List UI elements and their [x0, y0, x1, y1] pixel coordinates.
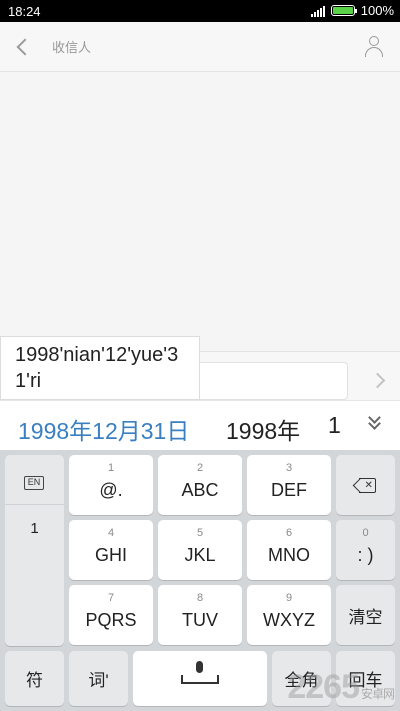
key-label: : )	[357, 545, 374, 565]
backspace-icon: ✕	[352, 477, 377, 493]
message-input[interactable]	[190, 362, 348, 400]
key-label: JKL	[184, 545, 216, 565]
key-hint: 8	[196, 592, 204, 604]
message-area	[0, 73, 400, 351]
status-time: 18:24	[8, 4, 41, 19]
clear-button[interactable]: 清空	[336, 585, 395, 645]
status-indicators: 100%	[310, 3, 394, 18]
side-panel-item[interactable]: 1	[5, 520, 64, 537]
battery-icon	[330, 5, 357, 16]
symbol-button[interactable]: 符	[5, 651, 64, 706]
candidate-item[interactable]: 1998年12月31日	[18, 412, 189, 446]
key-hint: 2	[196, 462, 204, 474]
header: 收信人	[0, 22, 400, 72]
key-hint: 5	[196, 527, 204, 539]
key-7[interactable]: 7 PQRS	[69, 585, 153, 645]
signal-icon	[310, 5, 325, 17]
key-label: ABC	[181, 480, 219, 500]
key-label: WXYZ	[263, 610, 315, 630]
key-label: DEF	[271, 480, 307, 500]
watermark-logo: 2265 安卓网	[287, 668, 395, 706]
key-label: PQRS	[85, 610, 137, 630]
candidate-item[interactable]: 1998年	[226, 412, 300, 446]
battery-percent: 100%	[360, 3, 394, 18]
expand-candidates-icon[interactable]	[366, 411, 384, 433]
key-hint: 0	[362, 527, 369, 539]
language-switch-button[interactable]: EN	[5, 455, 64, 505]
backspace-button[interactable]: ✕	[336, 455, 395, 515]
key-8[interactable]: 8 TUV	[158, 585, 242, 645]
back-icon[interactable]	[10, 34, 38, 60]
key-hint: 3	[285, 462, 293, 474]
person-icon[interactable]	[362, 34, 386, 60]
pinyin-composition: 1998'nian'12'yue'31'ri	[0, 336, 200, 400]
key-label: GHI	[94, 545, 127, 565]
key-hint: 7	[107, 592, 115, 604]
key-4[interactable]: 4 GHI	[69, 520, 153, 580]
status-bar: 18:24 100%	[0, 0, 400, 22]
side-panel: EN 1	[5, 455, 64, 646]
candidate-item[interactable]: 1	[328, 412, 341, 439]
clear-label: 清空	[348, 607, 383, 627]
recipient-input[interactable]: 收信人	[52, 37, 91, 56]
key-6[interactable]: 6 MNO	[247, 520, 331, 580]
key-label: @.	[99, 480, 123, 500]
key-hint: 9	[285, 592, 293, 604]
space-voice-button[interactable]	[133, 651, 267, 706]
keyboard: EN 1 1 @. 2 ABC 3 DEF ✕ 4 GHI 5 JKL 6 MN…	[0, 450, 400, 711]
key-hint: 6	[285, 527, 293, 539]
word-label: 词'	[88, 671, 109, 690]
candidate-bar: 1998年12月31日 1998年 1	[0, 400, 400, 450]
key-1[interactable]: 1 @.	[69, 455, 153, 515]
key-0[interactable]: 0 : )	[336, 520, 395, 580]
send-icon[interactable]	[372, 372, 386, 390]
key-2[interactable]: 2 ABC	[158, 455, 242, 515]
key-3[interactable]: 3 DEF	[247, 455, 331, 515]
key-hint: 4	[107, 527, 115, 539]
key-label: MNO	[268, 545, 310, 565]
key-9[interactable]: 9 WXYZ	[247, 585, 331, 645]
key-5[interactable]: 5 JKL	[158, 520, 242, 580]
symbol-label: 符	[26, 671, 43, 690]
key-hint: 1	[107, 462, 115, 474]
language-label: EN	[24, 476, 44, 490]
key-label: TUV	[182, 610, 218, 630]
microphone-icon	[133, 651, 267, 706]
word-button[interactable]: 词'	[69, 651, 128, 706]
